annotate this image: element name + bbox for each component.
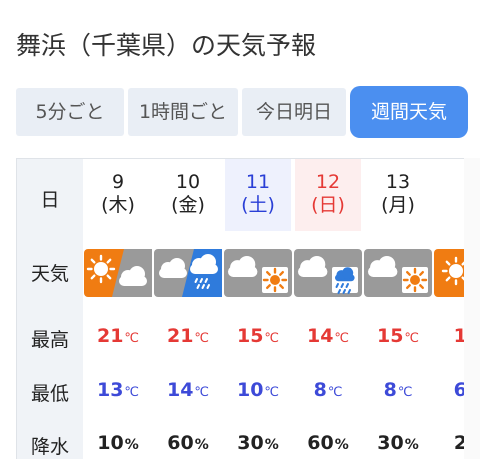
- cloudy-sometimes-sunny-icon: [224, 249, 292, 297]
- day-column: 1( 1℃ 6℃ 2%: [433, 159, 465, 459]
- day-column: 9 (木) 21℃ 13℃ 10%: [83, 159, 153, 459]
- cloudy-sometimes-rain-icon: [294, 249, 362, 297]
- temp-unit: ℃: [264, 331, 280, 346]
- rain-chance: 30%: [363, 432, 433, 454]
- high-temp-value: 15: [236, 325, 264, 347]
- row-label-rain: 降水: [30, 436, 69, 458]
- day-of-week: (土): [241, 194, 275, 216]
- temp-unit: ℃: [404, 331, 420, 346]
- day-of-week: (木): [101, 194, 135, 216]
- row-label-weather: 天気: [30, 263, 69, 285]
- day-of-week: (: [433, 193, 465, 217]
- rain-chance-value: 30: [377, 432, 404, 454]
- scroll-area: [464, 158, 480, 459]
- temp-unit: ℃: [264, 385, 280, 400]
- row-labels: 日 天気 最高 最低 降水: [17, 159, 83, 459]
- row-label-date: 日: [40, 189, 60, 211]
- row-label-high: 最高: [30, 329, 69, 351]
- low-temp: 14℃: [153, 379, 223, 401]
- percent-unit: %: [194, 437, 209, 453]
- high-temp: 1℃: [433, 325, 465, 347]
- rain-chance: 2%: [433, 432, 465, 454]
- rain-chance-value: 30: [237, 432, 264, 454]
- temp-unit: ℃: [334, 331, 350, 346]
- day-number: 10: [175, 171, 201, 193]
- day-number: 9: [111, 171, 125, 193]
- rain-chance-value: 60: [307, 432, 334, 454]
- weekly-forecast-table: 日 天気 最高 最低 降水 9 (木) 21℃ 13℃ 10% 10 (金) 21℃ 14℃…: [16, 158, 466, 459]
- high-temp: 15℃: [223, 325, 293, 347]
- percent-unit: %: [264, 437, 279, 453]
- day-column: 13 (月) 15℃ 8℃ 30%: [363, 159, 433, 459]
- temp-unit: ℃: [194, 385, 210, 400]
- sunny-icon: [434, 249, 465, 297]
- day-number: 11: [245, 171, 271, 193]
- rain-chance: 10%: [83, 432, 153, 454]
- low-temp-value: 10: [236, 379, 264, 401]
- high-temp: 21℃: [153, 325, 223, 347]
- low-temp: 13℃: [83, 379, 153, 401]
- percent-unit: %: [404, 437, 419, 453]
- day-of-week: (日): [311, 194, 345, 216]
- percent-unit: %: [334, 437, 349, 453]
- day-of-week: (金): [171, 194, 205, 216]
- tab-5min[interactable]: 5分ごと: [16, 88, 124, 136]
- cloudy-sometimes-sunny-icon: [364, 249, 432, 297]
- low-temp: 8℃: [363, 379, 433, 401]
- high-temp-value: 21: [96, 325, 124, 347]
- day-column: 12 (日) 14℃ 8℃ 60%: [293, 159, 363, 459]
- high-temp-value: 15: [376, 325, 404, 347]
- low-temp-value: 13: [96, 379, 124, 401]
- rain-chance-value: 60: [167, 432, 194, 454]
- tab-hourly[interactable]: 1時間ごと: [128, 88, 238, 136]
- rain-chance-value: 10: [97, 432, 124, 454]
- temp-unit: ℃: [327, 385, 343, 400]
- day-column: 11 (土) 15℃ 10℃ 30%: [223, 159, 293, 459]
- low-temp-value: 8: [383, 379, 397, 401]
- page-title: 舞浜（千葉県）の天気予報: [16, 31, 317, 60]
- temp-unit: ℃: [124, 385, 140, 400]
- high-temp: 15℃: [363, 325, 433, 347]
- percent-unit: %: [124, 437, 139, 453]
- day-column: 10 (金) 21℃ 14℃ 60%: [153, 159, 223, 459]
- tab-today-tomorrow[interactable]: 今日明日: [242, 88, 346, 136]
- low-temp: 10℃: [223, 379, 293, 401]
- temp-unit: ℃: [124, 331, 140, 346]
- temp-unit: ℃: [194, 331, 210, 346]
- day-of-week: (月): [381, 194, 415, 216]
- low-temp-value: 8: [313, 379, 327, 401]
- row-label-low: 最低: [30, 383, 69, 405]
- rain-chance: 60%: [153, 432, 223, 454]
- rain-chance: 60%: [293, 432, 363, 454]
- sunny-then-cloudy-icon: [84, 249, 152, 297]
- tab-weekly[interactable]: 週間天気: [350, 86, 468, 138]
- high-temp-value: 14: [306, 325, 334, 347]
- high-temp-value: 21: [166, 325, 194, 347]
- forecast-tabs: 5分ごと 1時間ごと 今日明日 週間天気: [16, 86, 480, 138]
- cloudy-then-rain-icon: [154, 249, 222, 297]
- day-number: 13: [385, 171, 411, 193]
- high-temp: 21℃: [83, 325, 153, 347]
- weather-page: 舞浜（千葉県）の天気予報 5分ごと 1時間ごと 今日明日 週間天気 日 天気 最…: [0, 0, 480, 459]
- day-number: 12: [315, 171, 341, 193]
- low-temp: 6℃: [433, 379, 465, 401]
- temp-unit: ℃: [397, 385, 413, 400]
- high-temp: 14℃: [293, 325, 363, 347]
- day-number: 1: [433, 171, 465, 193]
- rain-chance: 30%: [223, 432, 293, 454]
- low-temp-value: 14: [166, 379, 194, 401]
- low-temp: 8℃: [293, 379, 363, 401]
